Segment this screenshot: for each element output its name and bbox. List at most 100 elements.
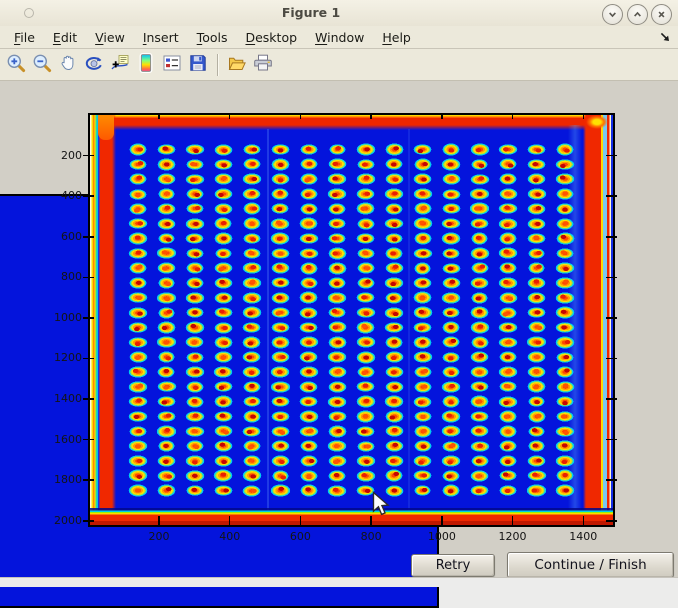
assay-spot: [327, 188, 347, 200]
assay-spot: [158, 188, 176, 200]
retry-button[interactable]: Retry: [411, 554, 495, 577]
assay-spot: [413, 291, 433, 304]
window-title: Figure 1: [0, 0, 622, 26]
assay-spot: [499, 158, 518, 170]
assay-spot: [128, 381, 149, 393]
assay-spot: [356, 307, 376, 318]
assay-spot: [328, 411, 347, 422]
assay-spot: [527, 277, 547, 288]
assay-spot: [270, 381, 291, 393]
assay-spot: [385, 455, 404, 467]
assay-spot: [158, 307, 176, 319]
assay-spot: [157, 396, 176, 408]
menu-item-insert[interactable]: Insert: [134, 28, 188, 47]
menu-item-window[interactable]: Window: [306, 28, 373, 47]
assay-spot: [214, 203, 233, 215]
assay-spot: [156, 336, 176, 348]
assay-spot: [384, 307, 404, 319]
assay-spot: [157, 484, 176, 497]
assay-spot: [327, 440, 347, 451]
menu-item-help[interactable]: Help: [373, 28, 420, 47]
assay-spot: [556, 469, 574, 482]
assay-spot: [441, 232, 460, 244]
assay-spot: [327, 292, 347, 304]
assay-spot: [356, 143, 376, 156]
assay-spot: [385, 336, 403, 349]
assay-spot: [243, 455, 261, 467]
assay-spot: [186, 277, 205, 290]
assay-spot: [385, 440, 404, 452]
assay-spot: [470, 485, 489, 497]
assay-spot: [357, 159, 375, 170]
assay-spot: [413, 173, 432, 185]
assay-spot: [129, 203, 147, 216]
menu-item-view[interactable]: View: [86, 28, 134, 47]
assay-spot: [442, 248, 460, 259]
assay-spot: [498, 218, 518, 230]
assay-spot: [300, 470, 318, 482]
assay-spot: [185, 292, 204, 304]
assay-spot: [271, 158, 290, 171]
toolbar-separator: [217, 54, 218, 76]
assay-spot: [299, 351, 318, 363]
zoom-out-button[interactable]: [30, 52, 54, 78]
assay-spot: [157, 262, 176, 274]
continue-finish-button[interactable]: Continue / Finish: [507, 552, 674, 578]
title-bar[interactable]: Figure 1: [0, 0, 678, 27]
assay-spot: [129, 426, 147, 437]
save-icon: [188, 53, 208, 77]
assay-spot: [328, 218, 346, 229]
assay-spot: [385, 410, 404, 423]
assay-spot: [243, 158, 261, 170]
assay-spot: [299, 426, 319, 437]
assay-spot: [470, 321, 490, 333]
menu-item-file[interactable]: File: [5, 28, 44, 47]
chevron-down-icon: [607, 5, 618, 24]
menu-item-desktop[interactable]: Desktop: [236, 28, 306, 47]
save-button[interactable]: [186, 52, 210, 78]
close-window-button[interactable]: [651, 4, 672, 25]
shade-window-button[interactable]: [602, 4, 623, 25]
toolbar: [0, 49, 678, 81]
menu-item-edit[interactable]: Edit: [44, 28, 86, 47]
assay-spot: [357, 262, 375, 275]
assay-spot: [185, 411, 205, 422]
assay-spot: [528, 396, 546, 408]
assay-spot: [128, 411, 148, 422]
assay-spot: [271, 144, 290, 155]
assay-spot: [469, 188, 489, 200]
assay-spot: [527, 159, 546, 170]
assay-spot: [385, 425, 404, 437]
data-cursor-button[interactable]: [108, 52, 132, 78]
assay-spot: [385, 485, 404, 497]
legend-button[interactable]: [160, 52, 184, 78]
assay-spot: [243, 248, 261, 259]
print-button[interactable]: [251, 52, 275, 78]
zoom-in-button[interactable]: [4, 52, 28, 78]
assay-spot: [185, 455, 205, 467]
assay-spot: [214, 455, 232, 467]
assay-spot: [356, 381, 375, 392]
assay-spot: [385, 143, 404, 156]
assay-spot: [129, 159, 148, 170]
assay-spot: [242, 173, 262, 185]
assay-spot: [441, 455, 461, 467]
assay-spot: [186, 396, 204, 408]
assay-spot: [498, 247, 518, 259]
scan-image[interactable]: [90, 115, 613, 525]
assay-spot: [214, 425, 234, 437]
maximize-window-button[interactable]: [627, 4, 648, 25]
assay-spot: [470, 366, 488, 378]
assay-spot: [527, 203, 546, 215]
rotate-3d-button[interactable]: [82, 52, 106, 78]
assay-spot: [271, 322, 290, 333]
colorbar-button[interactable]: [134, 52, 158, 78]
pan-button[interactable]: [56, 52, 80, 78]
assay-spot: [185, 218, 206, 230]
menu-item-tools[interactable]: Tools: [188, 28, 237, 47]
open-button[interactable]: [225, 52, 249, 78]
assay-spot: [128, 337, 149, 348]
assay-spot: [527, 292, 546, 304]
detach-arrow-icon[interactable]: [659, 31, 671, 46]
assay-spot: [242, 262, 262, 274]
